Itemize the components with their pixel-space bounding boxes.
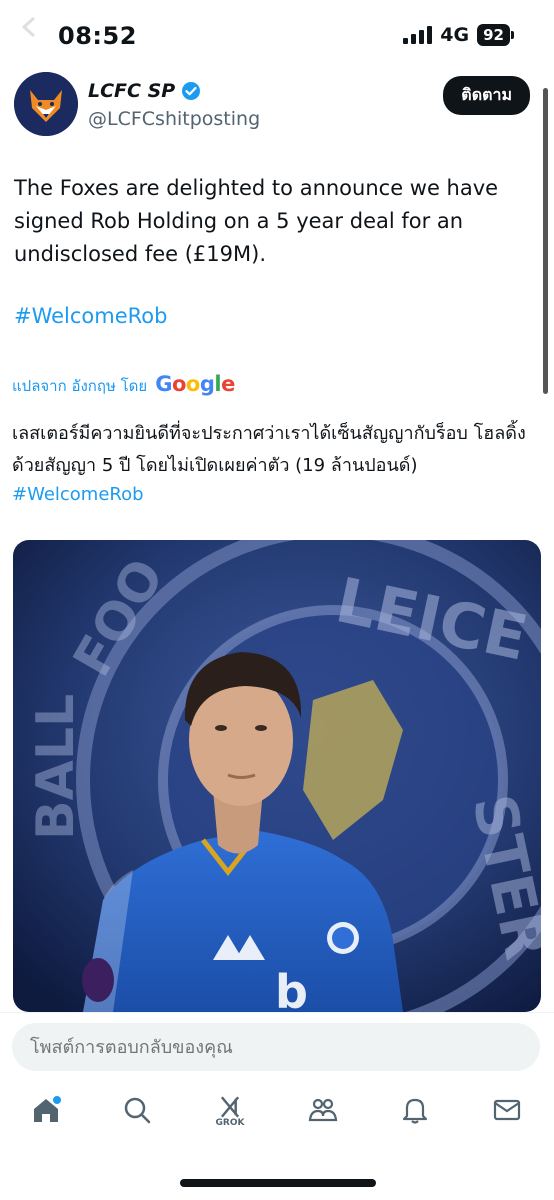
- translated-hashtag-link[interactable]: #WelcomeRob: [12, 484, 144, 505]
- translated-text: เลสเตอร์มีความยินดีที่จะประกาศว่าเราได้เ…: [12, 423, 526, 476]
- tab-notifications[interactable]: [395, 1094, 435, 1144]
- tab-grok[interactable]: GROK: [210, 1094, 250, 1144]
- reply-input[interactable]: [12, 1023, 540, 1071]
- status-bar: 08:52 4G 92: [0, 0, 554, 70]
- signal-icon: [403, 26, 433, 44]
- home-icon: [34, 1096, 61, 1122]
- tab-home[interactable]: [26, 1094, 66, 1144]
- svg-text:BALL: BALL: [26, 694, 86, 840]
- tweet-text: The Foxes are delighted to announce we h…: [14, 176, 499, 266]
- home-indicator[interactable]: [180, 1179, 376, 1187]
- player-photo: LEICE STER FOO BALL b: [13, 540, 541, 1012]
- tab-messages[interactable]: [487, 1094, 527, 1144]
- bottom-tab-bar: GROK: [0, 1082, 554, 1162]
- translation-label: แปลจาก อังกฤษ โดย: [12, 377, 148, 395]
- hashtag-link[interactable]: #WelcomeRob: [14, 304, 167, 328]
- svg-text:b: b: [275, 965, 308, 1012]
- follow-button[interactable]: ติดตาม: [443, 76, 530, 115]
- reply-bar: [0, 1012, 554, 1083]
- search-icon: [124, 1097, 151, 1124]
- grok-label: GROK: [215, 1118, 245, 1128]
- google-logo: Google: [155, 372, 235, 396]
- author-handle[interactable]: @LCFCshitposting: [88, 108, 260, 130]
- battery-icon: 92: [477, 24, 514, 46]
- tab-communities[interactable]: [303, 1094, 343, 1144]
- fox-logo-icon: [14, 72, 78, 136]
- notifications-icon: [402, 1098, 428, 1124]
- status-time: 08:52: [58, 22, 137, 50]
- author-name-row[interactable]: LCFC SP: [88, 80, 201, 102]
- back-arrow-icon[interactable]: [18, 14, 44, 40]
- tweet-header: LCFC SP @LCFCshitposting ติดตาม: [14, 72, 534, 142]
- scrollbar[interactable]: [543, 88, 548, 394]
- status-indicators: 4G 92: [403, 24, 514, 46]
- grok-icon: [220, 1096, 240, 1118]
- network-type: 4G: [440, 24, 470, 46]
- tweet-media-image[interactable]: LEICE STER FOO BALL b: [13, 540, 541, 1012]
- messages-icon: [493, 1099, 521, 1121]
- battery-level: 92: [477, 24, 510, 46]
- tab-search[interactable]: [117, 1094, 157, 1144]
- translation-attribution: แปลจาก อังกฤษ โดย Google: [12, 372, 235, 398]
- verified-badge-icon: [182, 82, 201, 100]
- author-name[interactable]: LCFC SP: [88, 80, 175, 102]
- communities-icon: [308, 1098, 338, 1122]
- avatar[interactable]: [14, 72, 78, 136]
